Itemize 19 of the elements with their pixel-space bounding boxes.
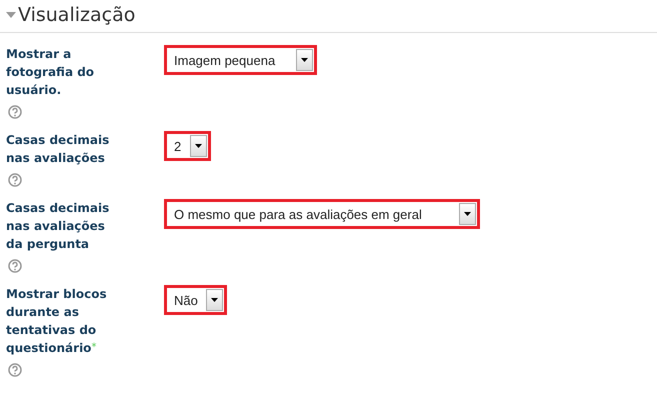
dropdown[interactable]: O mesmo que para as avaliações em geral	[164, 199, 480, 229]
section-title[interactable]: Visualização	[18, 4, 136, 26]
field-label: Mostrar a fotografia do usuário.	[6, 46, 96, 99]
dropdown[interactable]: Não	[164, 285, 227, 315]
collapse-icon[interactable]	[6, 12, 16, 18]
caret-icon	[211, 298, 218, 302]
advanced-mark: *	[91, 342, 96, 353]
dropdown[interactable]: Imagem pequena	[164, 45, 317, 75]
field-label: Mostrar blocos durante as tentativas do questionário*	[6, 286, 108, 357]
caret-icon	[195, 144, 202, 148]
caret-icon	[464, 212, 471, 216]
field-label: Casas decimais nas avaliações da pergunta	[6, 200, 110, 253]
help-icon[interactable]	[8, 105, 22, 119]
dropdown[interactable]: 2	[164, 131, 211, 161]
help-icon[interactable]	[8, 259, 22, 273]
caret-icon	[301, 58, 308, 62]
help-icon[interactable]	[8, 363, 22, 377]
field-label: Casas decimais nas avaliações	[6, 132, 110, 167]
help-icon[interactable]	[8, 173, 22, 187]
